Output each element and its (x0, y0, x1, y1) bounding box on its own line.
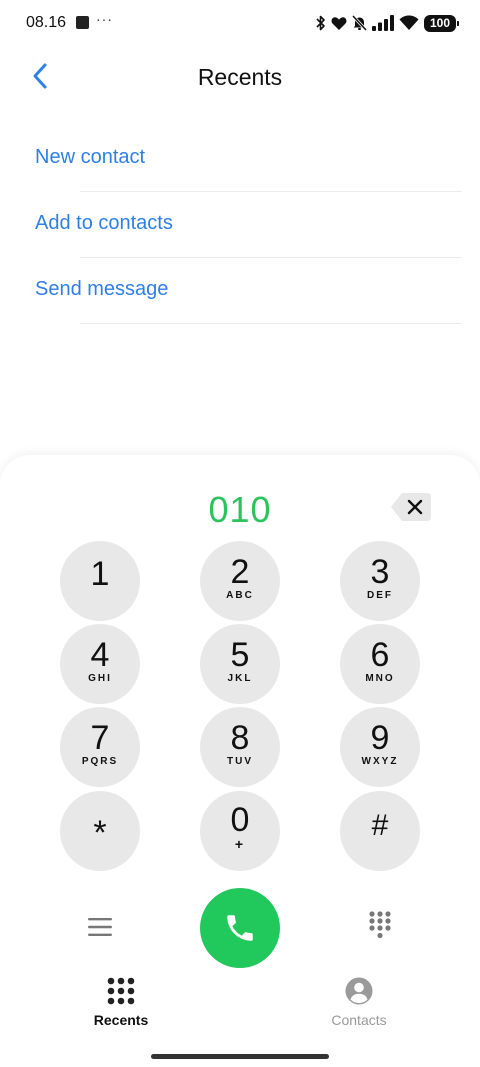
action-label: Send message (35, 278, 169, 300)
person-circle-icon (345, 977, 373, 1005)
key-letters: MNO (365, 673, 395, 684)
key-digit: * (93, 814, 107, 852)
keypad-toggle-button[interactable] (360, 905, 400, 945)
key-letters: JKL (227, 673, 253, 684)
phone-icon (227, 915, 253, 941)
heart-icon (331, 16, 347, 31)
add-to-contacts-button[interactable]: Add to contacts (0, 192, 480, 258)
key-3[interactable]: 3 DEF (340, 541, 420, 621)
key-digit: 2 (230, 553, 250, 591)
key-digit: 3 (370, 553, 390, 591)
status-time: 08.16 (26, 14, 67, 31)
action-label: New contact (35, 146, 146, 168)
key-digit: 9 (370, 719, 390, 757)
key-digit: 1 (90, 555, 110, 593)
key-digit: 5 (230, 636, 250, 674)
key-2[interactable]: 2 ABC (200, 541, 280, 621)
delete-button[interactable] (390, 492, 432, 522)
key-6[interactable]: 6 MNO (340, 624, 420, 704)
dialpad-icon (107, 977, 135, 1005)
status-icons: 100 (316, 13, 459, 33)
send-message-button[interactable]: Send message (0, 258, 480, 324)
signal-icon (372, 15, 394, 31)
header: Recents (0, 52, 480, 102)
new-contact-button[interactable]: New contact (0, 126, 480, 192)
key-digit: 0 (230, 801, 250, 839)
bluetooth-icon (316, 15, 326, 31)
home-indicator (151, 1054, 329, 1059)
key-letters: GHI (88, 673, 112, 684)
notification-icon (76, 16, 89, 29)
key-8[interactable]: 8 TUV (200, 707, 280, 787)
tab-recents[interactable]: Recents (61, 973, 181, 1033)
wifi-icon (399, 15, 419, 31)
key-digit: 7 (90, 719, 110, 757)
dialer-toolbar (0, 885, 480, 968)
key-digit: # (371, 809, 389, 842)
backspace-icon (391, 493, 431, 521)
page-title: Recents (197, 64, 283, 90)
action-list: New contact Add to contacts Send message (0, 126, 480, 324)
key-letters: ABC (226, 590, 254, 601)
menu-button[interactable] (80, 907, 120, 947)
key-4[interactable]: 4 GHI (60, 624, 140, 704)
bottom-nav: Recents Contacts (0, 973, 480, 1033)
key-hash[interactable]: # (340, 791, 420, 871)
key-digit: 6 (370, 636, 390, 674)
key-star[interactable]: * (60, 791, 140, 871)
tab-label: Contacts (331, 1012, 387, 1028)
key-1[interactable]: 1 (60, 541, 140, 621)
key-letters: DEF (367, 590, 393, 601)
dialer-panel: 010 1 2 ABC 3 DEF 4 GHI 5 JKL 6 MNO 7 PQ… (0, 455, 480, 1067)
key-letters: TUV (227, 756, 253, 767)
dialpad-icon (369, 911, 391, 939)
divider (80, 323, 462, 324)
key-letters: WXYZ (361, 756, 399, 767)
key-0[interactable]: 0 + (200, 791, 280, 871)
hamburger-icon (88, 918, 112, 936)
tab-contacts[interactable]: Contacts (299, 973, 419, 1033)
key-letters: PQRS (81, 756, 119, 767)
battery-icon: 100 (424, 14, 459, 32)
key-letters: + (234, 836, 246, 852)
key-digit: 4 (90, 636, 110, 674)
more-notifications-icon: ··· (96, 11, 113, 27)
status-bar: 08.16 ··· 100 (0, 0, 480, 46)
key-digit: 8 (230, 719, 250, 757)
key-9[interactable]: 9 WXYZ (340, 707, 420, 787)
key-5[interactable]: 5 JKL (200, 624, 280, 704)
key-7[interactable]: 7 PQRS (60, 707, 140, 787)
mute-bell-icon (352, 15, 367, 31)
tab-label: Recents (93, 1012, 149, 1028)
call-button[interactable] (200, 888, 280, 968)
action-label: Add to contacts (35, 212, 173, 234)
